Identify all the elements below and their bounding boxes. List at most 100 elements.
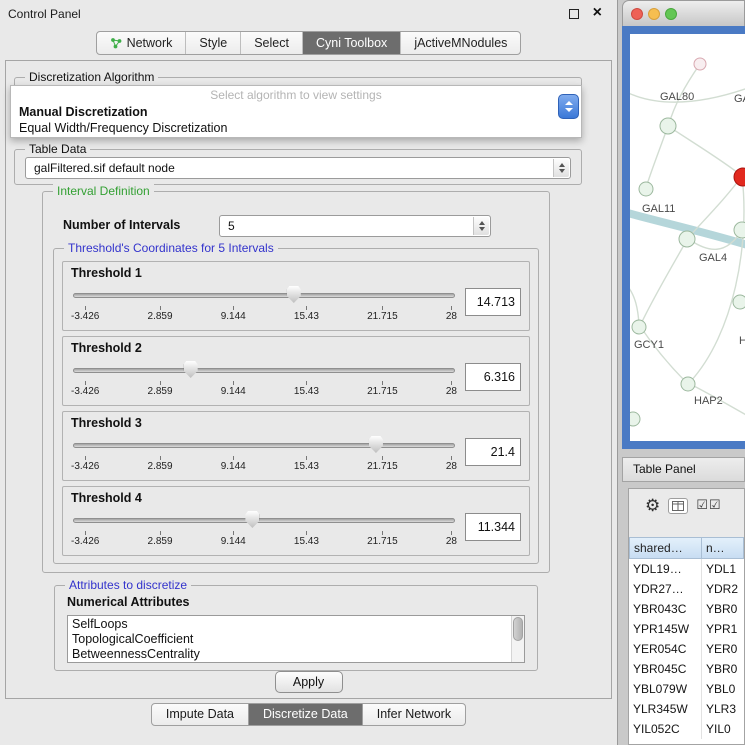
node-label-ga: GA: [734, 93, 745, 105]
threshold-label: Threshold 3: [71, 416, 142, 430]
stepper-down-icon: [565, 108, 573, 112]
tick: 2.859: [148, 306, 173, 322]
checkbox-checked-icon[interactable]: ☑: [696, 499, 708, 513]
apply-button[interactable]: Apply: [275, 671, 343, 693]
tab-style[interactable]: Style: [185, 32, 240, 54]
tick-mark: [306, 306, 307, 310]
table-data-combo[interactable]: galFiltered.sif default node: [25, 157, 571, 179]
threshold-value-field[interactable]: [465, 288, 521, 316]
slider-thumb[interactable]: [245, 511, 259, 528]
numerical-attributes-list[interactable]: SelfLoopsTopologicalCoefficientBetweenne…: [67, 615, 525, 663]
tick-mark: [306, 456, 307, 460]
tick: 9.144: [221, 531, 246, 547]
algorithm-combo-stepper[interactable]: [558, 94, 579, 119]
threshold-value-field[interactable]: [465, 438, 521, 466]
node-label-gal80: GAL80: [660, 91, 694, 103]
network-node[interactable]: [694, 58, 706, 70]
table-panel-title: Table Panel: [633, 462, 696, 476]
slider-track[interactable]: [73, 518, 455, 523]
table-row[interactable]: YPR145WYPR1: [629, 619, 744, 639]
threshold-slider[interactable]: -3.4262.8599.14415.4321.71528: [71, 506, 457, 552]
slider-track[interactable]: [73, 443, 455, 448]
network-node[interactable]: [734, 222, 745, 238]
cell-shared-name: YIL052C: [629, 719, 702, 739]
tab-impute-data[interactable]: Impute Data: [151, 703, 249, 726]
num-intervals-combo[interactable]: 5: [219, 215, 491, 237]
table-panel-header[interactable]: Table Panel: [622, 457, 745, 482]
algorithm-option-equal-width-frequency-discretization[interactable]: Equal Width/Frequency Discretization: [11, 120, 581, 136]
network-node[interactable]: [660, 118, 676, 134]
threshold-slider[interactable]: -3.4262.8599.14415.4321.71528: [71, 431, 457, 477]
minimize-traffic-light[interactable]: [648, 8, 660, 20]
tab-cyni-toolbox[interactable]: Cyni Toolbox: [302, 32, 400, 54]
table-row[interactable]: YDL19…YDL1: [629, 559, 744, 579]
gear-icon[interactable]: ⚙: [645, 498, 660, 515]
tab-label: Style: [199, 36, 227, 50]
threshold-value-field[interactable]: [465, 363, 521, 391]
network-frame: GAL80GAGAL11GAL4GCY1HHAP2: [622, 26, 745, 449]
tab-discretize-data[interactable]: Discretize Data: [249, 703, 363, 726]
tab-network[interactable]: Network: [97, 32, 186, 54]
select-columns-icons: ☑ ☑: [696, 499, 720, 513]
table-row[interactable]: YDR27…YDR2: [629, 579, 744, 599]
slider-track[interactable]: [73, 293, 455, 298]
tab-infer-network[interactable]: Infer Network: [363, 703, 466, 726]
threshold-slider[interactable]: -3.4262.8599.14415.4321.71528: [71, 281, 457, 327]
table-row[interactable]: YLR345WYLR3: [629, 699, 744, 719]
table-row[interactable]: YIL052CYIL0: [629, 719, 744, 739]
tick-label: 2.859: [148, 536, 173, 547]
slider-thumb[interactable]: [369, 436, 383, 453]
threshold-body: -3.4262.8599.14415.4321.71528: [63, 356, 529, 405]
algorithm-option-manual-discretization[interactable]: Manual Discretization: [11, 104, 581, 120]
table-row[interactable]: YBR045CYBR0: [629, 659, 744, 679]
cell-name: YBL0: [702, 679, 744, 699]
float-window-icon[interactable]: [569, 9, 579, 19]
slider-thumb[interactable]: [184, 361, 198, 378]
algorithm-group-title: Discretization Algorithm: [25, 70, 158, 84]
table-row[interactable]: YBR043CYBR0: [629, 599, 744, 619]
network-node[interactable]: [630, 412, 640, 426]
tab-select[interactable]: Select: [240, 32, 302, 54]
tick-mark: [451, 456, 452, 460]
attribute-item-betweennesscentrality[interactable]: BetweennessCentrality: [72, 647, 511, 662]
node-label-hap2: HAP2: [694, 395, 723, 407]
network-node[interactable]: [639, 182, 653, 196]
threshold-slider[interactable]: -3.4262.8599.14415.4321.71528: [71, 356, 457, 402]
attribute-item-topologicalcoefficient[interactable]: TopologicalCoefficient: [72, 632, 511, 647]
network-node[interactable]: [679, 231, 695, 247]
tab-jactivemnodules[interactable]: jActiveMNodules: [400, 32, 520, 54]
slider-thumb[interactable]: [287, 286, 301, 303]
combo-stepper[interactable]: [553, 159, 569, 177]
column-header-1[interactable]: shared…: [629, 537, 702, 559]
network-node[interactable]: [681, 377, 695, 391]
checkbox-checked-icon[interactable]: ☑: [709, 499, 721, 513]
threshold-value-field[interactable]: [465, 513, 521, 541]
list-scrollbar[interactable]: [511, 616, 524, 662]
cell-name: YBR0: [702, 599, 744, 619]
zoom-traffic-light[interactable]: [665, 8, 677, 20]
close-traffic-light[interactable]: [631, 8, 643, 20]
table-row[interactable]: YER054CYER0: [629, 639, 744, 659]
tick: 21.715: [367, 381, 398, 397]
network-canvas[interactable]: GAL80GAGAL11GAL4GCY1HHAP2: [630, 34, 745, 441]
tick-label: -3.426: [71, 311, 99, 322]
attribute-item-selfloops[interactable]: SelfLoops: [72, 617, 511, 632]
network-node[interactable]: [733, 295, 745, 309]
table-row[interactable]: YBL079WYBL0: [629, 679, 744, 699]
numerical-attributes-label: Numerical Attributes: [67, 595, 189, 609]
combo-stepper[interactable]: [473, 217, 489, 235]
columns-icon[interactable]: [668, 498, 688, 514]
scrollbar-thumb[interactable]: [513, 617, 523, 641]
close-panel-icon[interactable]: ×: [593, 4, 602, 22]
tick-mark: [160, 306, 161, 310]
slider-ticks: -3.4262.8599.14415.4321.71528: [71, 456, 457, 472]
column-header-2[interactable]: n…: [702, 537, 744, 559]
network-window-titlebar[interactable]: [622, 0, 745, 26]
tick-label: 9.144: [221, 536, 246, 547]
slider-track[interactable]: [73, 368, 455, 373]
network-node[interactable]: [632, 320, 646, 334]
tick-label: 28: [446, 311, 457, 322]
table-data-value: galFiltered.sif default node: [34, 161, 175, 175]
tab-label: Select: [254, 36, 289, 50]
cell-name: YDL1: [702, 559, 744, 579]
